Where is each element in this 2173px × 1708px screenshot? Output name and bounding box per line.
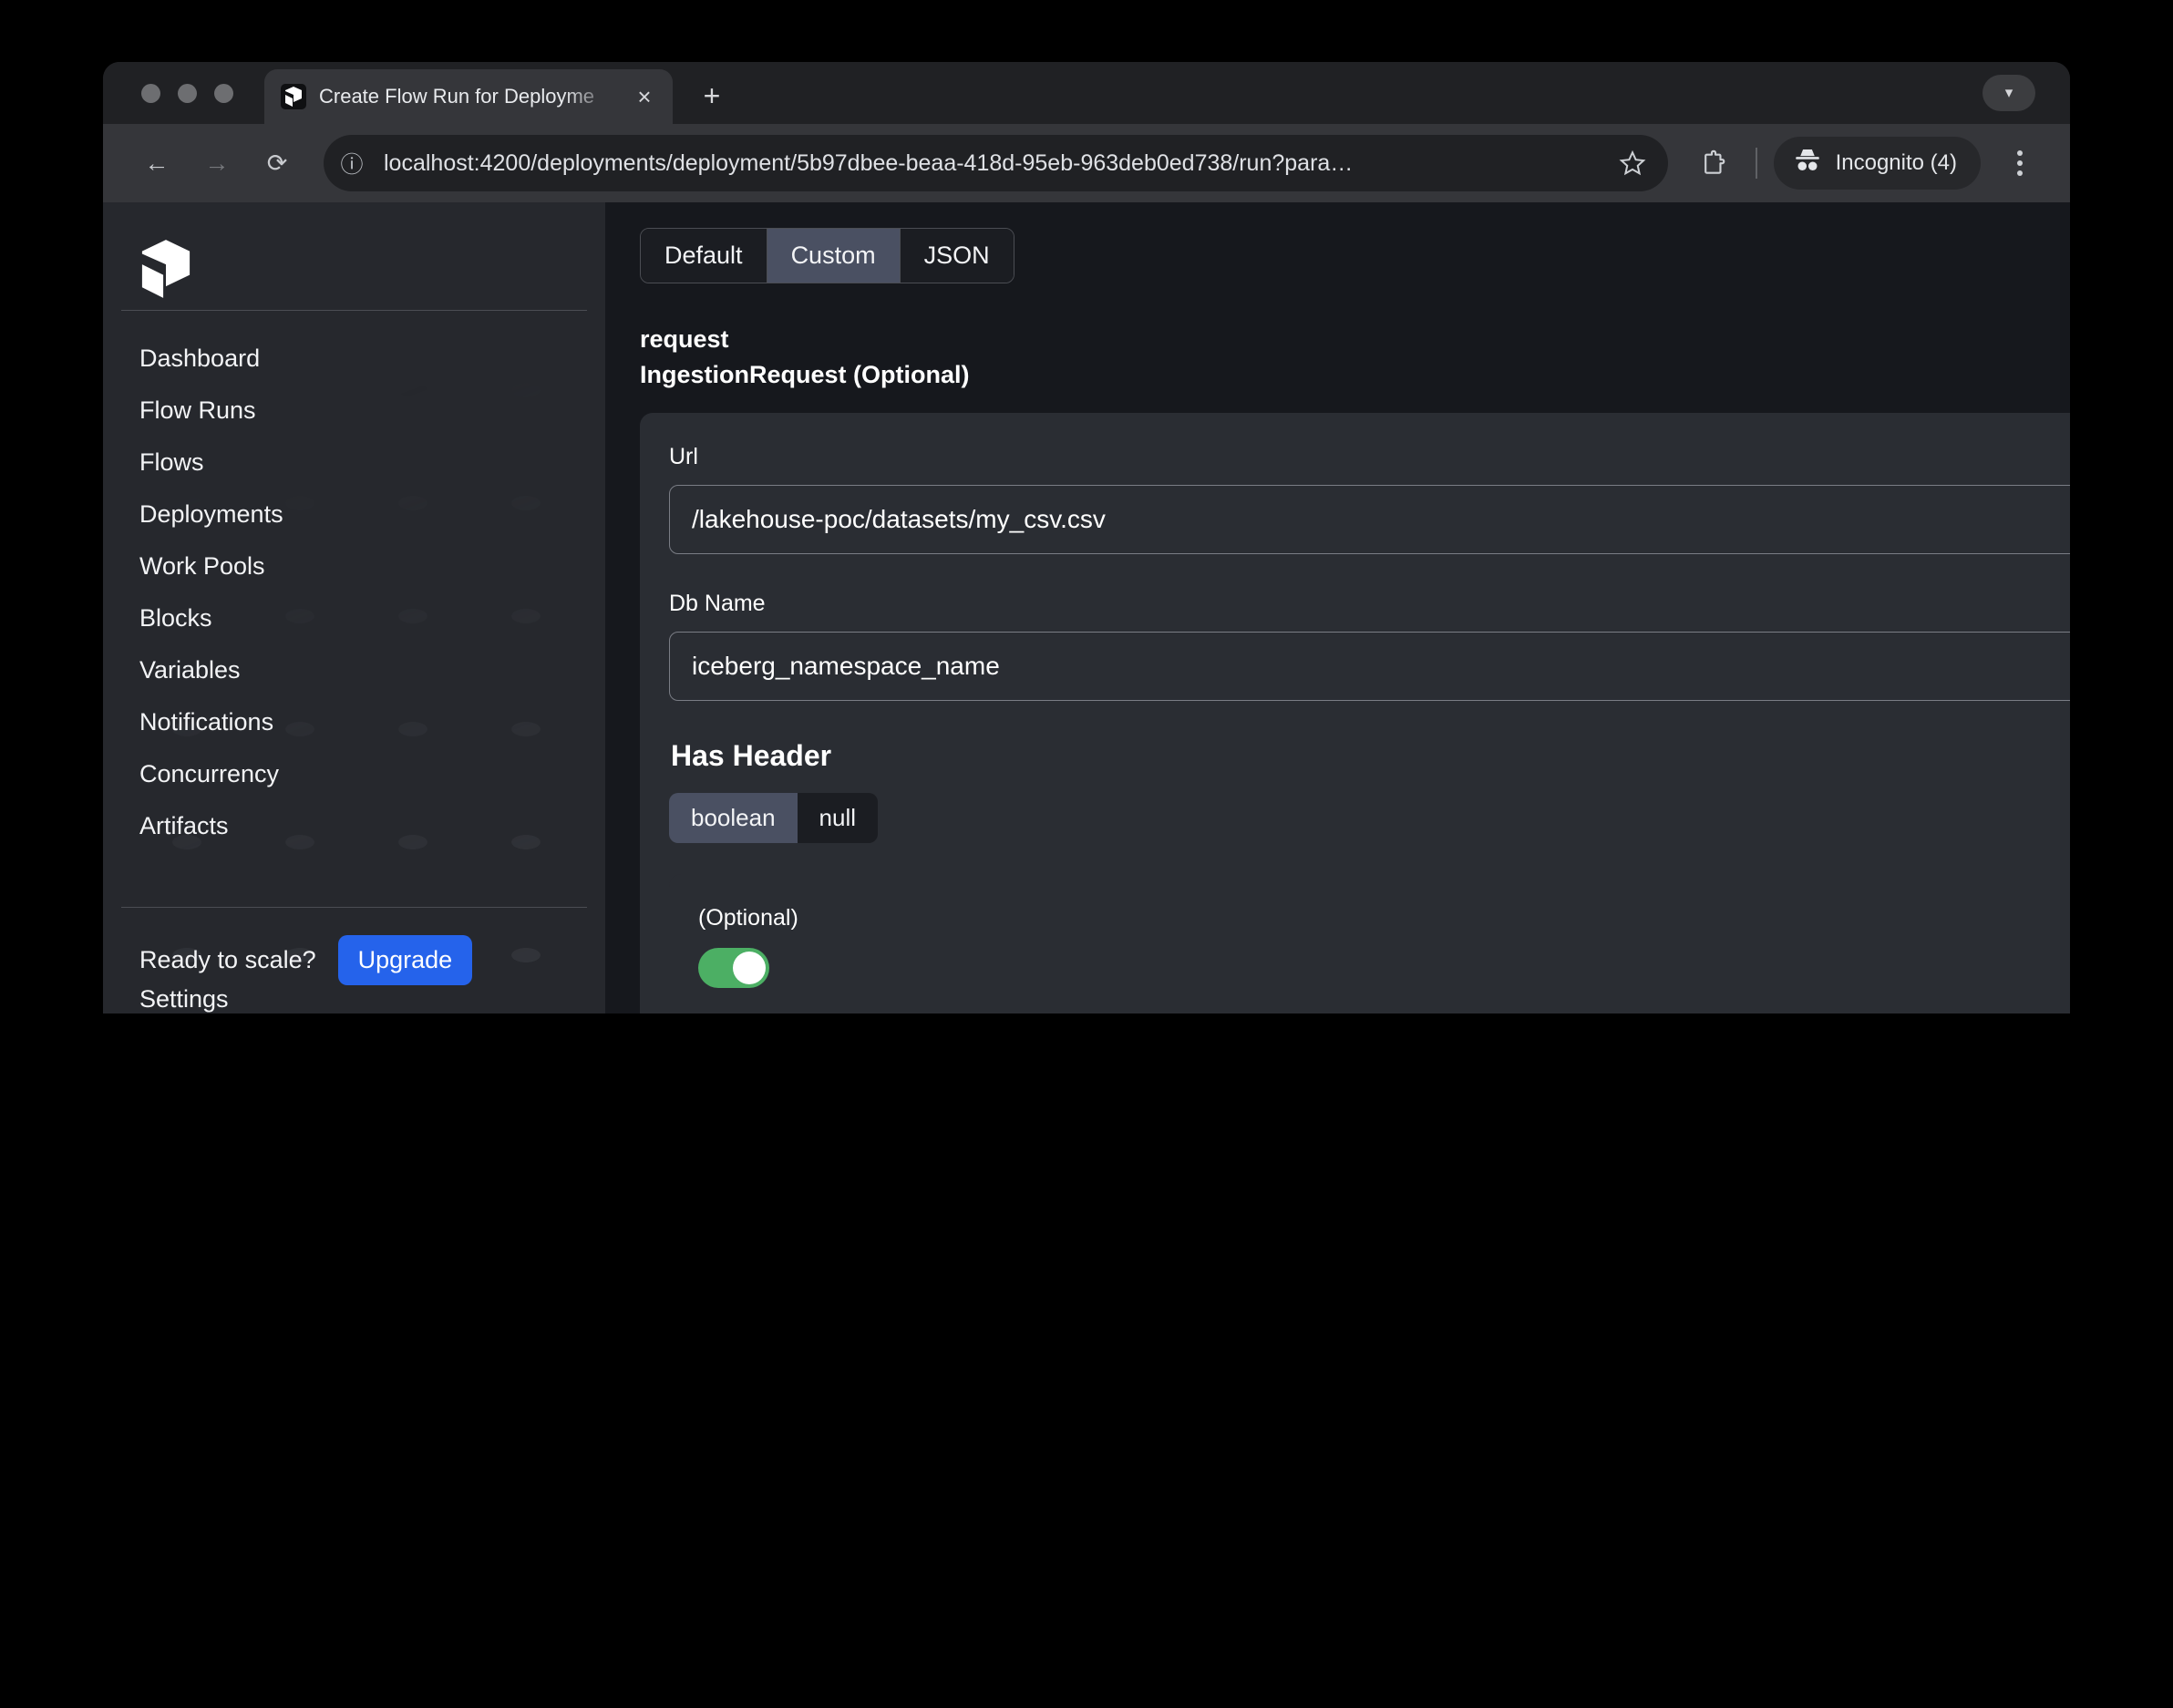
upgrade-button[interactable]: Upgrade bbox=[337, 935, 473, 985]
sidebar-item-flows[interactable]: Flows bbox=[121, 437, 587, 489]
sidebar-navigation: Dashboard Flow Runs Flows Deployments Wo… bbox=[121, 311, 587, 852]
browser-tab-title: Create Flow Run for Deployme bbox=[319, 85, 595, 108]
forward-button[interactable]: → bbox=[189, 135, 245, 191]
tab-json[interactable]: JSON bbox=[900, 229, 1014, 283]
chevron-down-icon[interactable]: ▾ bbox=[1982, 75, 2035, 111]
site-info-icon[interactable]: ⓘ bbox=[333, 144, 371, 182]
db-name-input[interactable] bbox=[669, 632, 2070, 701]
address-bar[interactable]: ⓘ localhost:4200/deployments/deployment/… bbox=[324, 135, 1668, 191]
toolbar-divider bbox=[1755, 148, 1757, 179]
sidebar-item-deployments[interactable]: Deployments bbox=[121, 489, 587, 540]
tab-default[interactable]: Default bbox=[641, 229, 767, 283]
sidebar-item-variables[interactable]: Variables bbox=[121, 644, 587, 696]
url-label: Url bbox=[669, 444, 698, 469]
close-window-button[interactable] bbox=[141, 84, 160, 103]
tab-custom[interactable]: Custom bbox=[767, 229, 901, 283]
ingestion-request-panel: Url Db Name Has Header boolean null bbox=[640, 413, 2070, 1013]
sidebar-footer: Ready to scale? Upgrade Settings bbox=[121, 907, 587, 1013]
has-header-optional-label: (Optional) bbox=[698, 905, 798, 931]
incognito-profile-button[interactable]: Incognito (4) bbox=[1773, 137, 1981, 190]
star-icon[interactable] bbox=[1610, 140, 1655, 186]
minimize-window-button[interactable] bbox=[178, 84, 197, 103]
parameter-type-label: IngestionRequest (Optional) bbox=[640, 361, 970, 388]
window-traffic-lights bbox=[141, 84, 233, 103]
browser-tab[interactable]: Create Flow Run for Deployme × bbox=[264, 69, 673, 124]
new-tab-button[interactable]: + bbox=[693, 77, 731, 115]
address-bar-url: localhost:4200/deployments/deployment/5b… bbox=[384, 149, 1354, 176]
main-content: Default Custom JSON request IngestionReq… bbox=[605, 202, 2070, 1013]
toggle-knob bbox=[733, 952, 766, 984]
has-header-type-boolean[interactable]: boolean bbox=[669, 793, 798, 843]
url-input[interactable] bbox=[669, 485, 2070, 554]
has-header-type-toggle: boolean null bbox=[669, 793, 879, 843]
puzzle-piece-icon[interactable] bbox=[1688, 138, 1739, 189]
url-field-group: Url bbox=[669, 444, 2070, 554]
browser-tab-strip: Create Flow Run for Deployme × + ▾ bbox=[103, 62, 2070, 124]
prefect-logo-icon bbox=[281, 84, 306, 109]
sidebar-item-concurrency[interactable]: Concurrency bbox=[121, 748, 587, 800]
sidebar-item-flow-runs[interactable]: Flow Runs bbox=[121, 385, 587, 437]
incognito-icon bbox=[1792, 147, 1823, 180]
has-header-value-panel: (Optional) bbox=[669, 874, 2070, 1013]
app-sidebar: Dashboard Flow Runs Flows Deployments Wo… bbox=[103, 202, 605, 1013]
has-header-type-null[interactable]: null bbox=[797, 793, 879, 843]
sidebar-item-artifacts[interactable]: Artifacts bbox=[121, 800, 587, 852]
sidebar-item-notifications[interactable]: Notifications bbox=[121, 696, 587, 748]
parameters-form: Default Custom JSON request IngestionReq… bbox=[605, 202, 2070, 1013]
back-button[interactable]: ← bbox=[129, 135, 185, 191]
reload-button[interactable]: ⟳ bbox=[249, 135, 305, 191]
three-dot-menu-icon[interactable] bbox=[1995, 139, 2044, 188]
incognito-label: Incognito (4) bbox=[1835, 150, 1957, 175]
browser-window: Create Flow Run for Deployme × + ▾ ← → ⟳… bbox=[103, 62, 2070, 1013]
close-icon[interactable]: × bbox=[629, 81, 660, 112]
browser-toolbar: ← → ⟳ ⓘ localhost:4200/deployments/deplo… bbox=[103, 124, 2070, 202]
db-name-field-group: Db Name bbox=[669, 591, 2070, 701]
maximize-window-button[interactable] bbox=[214, 84, 233, 103]
db-name-label: Db Name bbox=[669, 591, 766, 616]
sidebar-item-settings[interactable]: Settings bbox=[121, 960, 229, 1013]
prefect-logo[interactable] bbox=[121, 202, 587, 310]
sidebar-item-work-pools[interactable]: Work Pools bbox=[121, 540, 587, 592]
parameter-name-label: request bbox=[640, 325, 729, 353]
sidebar-item-blocks[interactable]: Blocks bbox=[121, 592, 587, 644]
has-header-toggle-switch[interactable] bbox=[698, 948, 769, 988]
has-header-heading: Has Header bbox=[671, 739, 832, 772]
sidebar-item-dashboard[interactable]: Dashboard bbox=[121, 333, 587, 385]
page-viewport: Dashboard Flow Runs Flows Deployments Wo… bbox=[103, 202, 2070, 1013]
parameter-mode-tabs: Default Custom JSON bbox=[640, 228, 1014, 283]
